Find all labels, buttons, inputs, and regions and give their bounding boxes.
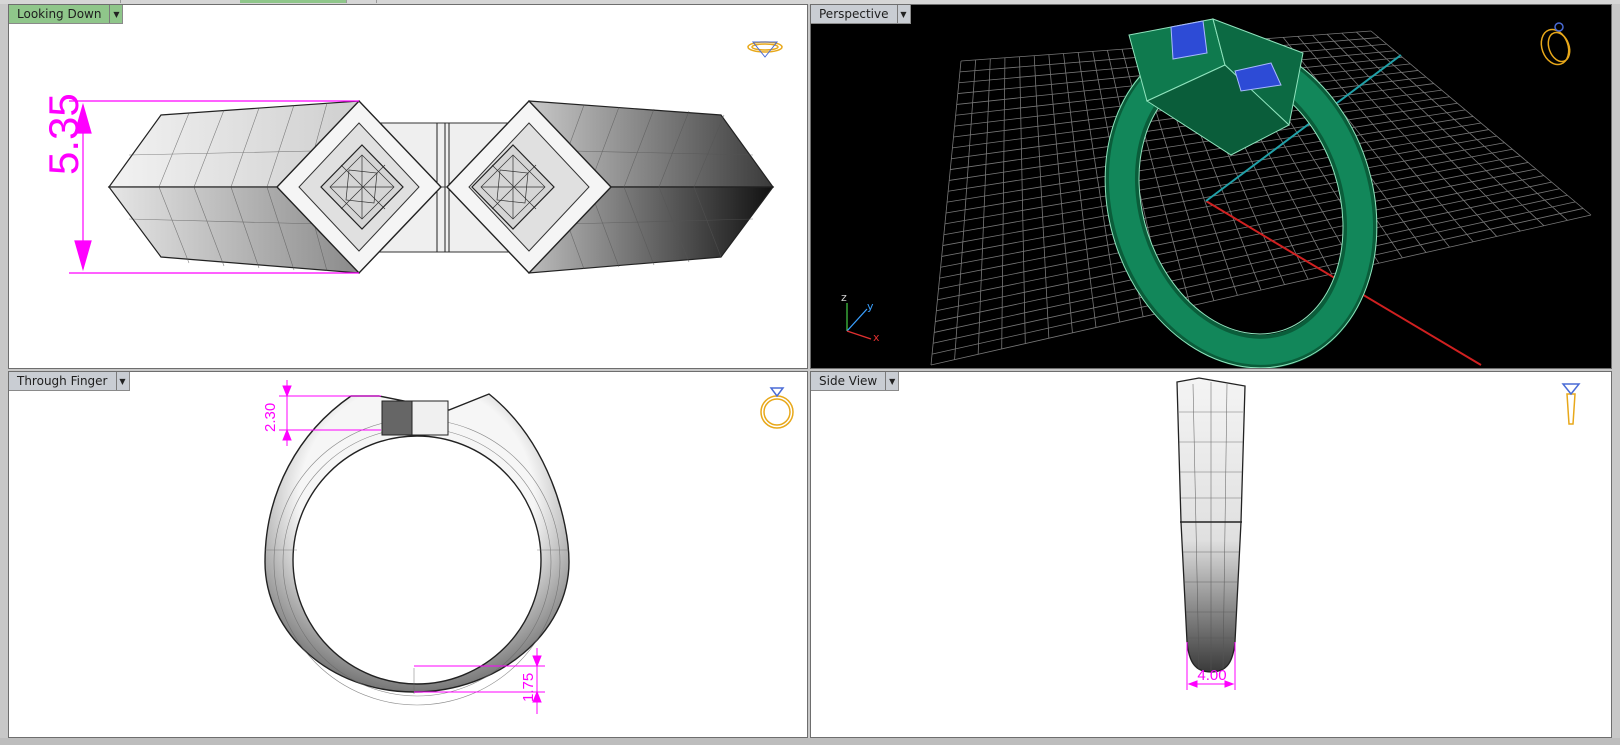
viewport-perspective[interactable]: Perspective ▼ z y x <box>810 4 1612 369</box>
doc-tab[interactable] <box>0 0 121 3</box>
viewport-side-view[interactable]: Side View ▼ 4.00 <box>810 371 1612 738</box>
ring-gizmo-icon <box>1561 383 1581 425</box>
ring-gizmo-icon <box>1540 22 1571 66</box>
doc-tab[interactable] <box>120 0 241 3</box>
ring-top-view-drawing <box>69 41 783 275</box>
axis-label-z: z <box>841 291 847 304</box>
dimension-label-band-width: 4.00 <box>1197 667 1227 684</box>
ring-gizmo-icon <box>747 41 783 58</box>
dropdown-arrow-icon[interactable]: ▼ <box>109 5 123 23</box>
dropdown-arrow-icon[interactable]: ▼ <box>115 372 129 390</box>
dimension-label-band-thickness: 1.75 <box>520 672 537 702</box>
ring-gizmo-icon <box>760 387 794 429</box>
axis-label-x: x <box>873 331 880 344</box>
doc-tab-active[interactable] <box>240 0 347 3</box>
dimension-label-width: 5.35 <box>40 93 87 175</box>
axis-label-y: y <box>867 300 874 313</box>
dropdown-arrow-icon[interactable]: ▼ <box>896 5 910 23</box>
dimension-label-setting-height: 2.30 <box>262 402 279 432</box>
viewport-title-perspective[interactable]: Perspective ▼ <box>811 5 911 24</box>
viewport-title-side-view[interactable]: Side View ▼ <box>811 372 900 391</box>
dropdown-arrow-icon[interactable]: ▼ <box>885 372 898 390</box>
status-strip <box>0 738 1620 745</box>
viewport-title-through-finger[interactable]: Through Finger ▼ <box>9 372 130 391</box>
viewport-title-looking-down[interactable]: Looking Down ▼ <box>9 5 124 24</box>
ring-front-view-drawing <box>264 380 794 714</box>
ring-perspective-drawing <box>846 18 1592 368</box>
viewport-looking-down[interactable]: Looking Down ▼ 5.35 <box>8 4 808 369</box>
viewport-through-finger[interactable]: Through Finger ▼ 2.30 1.75 <box>8 371 808 738</box>
doc-tab[interactable] <box>346 0 377 3</box>
